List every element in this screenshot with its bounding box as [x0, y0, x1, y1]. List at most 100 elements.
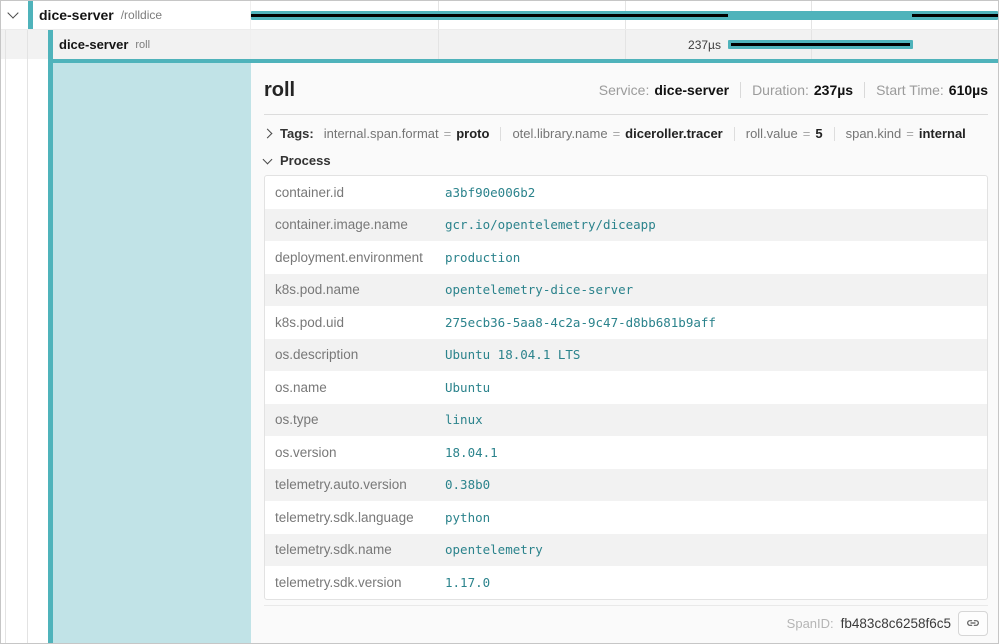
- stat-value: dice-server: [654, 82, 729, 98]
- row-value: python: [445, 510, 490, 525]
- stat-service: Service: dice-server: [599, 82, 729, 98]
- child-span-bar[interactable]: 237µs: [728, 40, 913, 49]
- tag-value: diceroller.tracer: [625, 126, 723, 141]
- deep-link-button[interactable]: [958, 611, 988, 636]
- row-key: k8s.pod.name: [275, 282, 445, 297]
- span-color-bar: [48, 30, 53, 59]
- table-row: telemetry.sdk.version1.17.0: [265, 566, 987, 599]
- row-value: Ubuntu 18.04.1 LTS: [445, 347, 580, 362]
- detail-header: roll Service: dice-server Duration: 237µ…: [264, 76, 988, 104]
- chevron-right-icon: [263, 129, 273, 139]
- row-value: gcr.io/opentelemetry/diceapp: [445, 217, 656, 232]
- row-key: k8s.pod.uid: [275, 315, 445, 330]
- timeline-root: [251, 1, 998, 29]
- table-row: telemetry.sdk.nameopentelemetry: [265, 534, 987, 567]
- span-name-cell-root[interactable]: dice-server /rolldice: [1, 1, 251, 29]
- row-key: os.description: [275, 347, 445, 362]
- row-value: production: [445, 250, 520, 265]
- tag-key: span.kind: [846, 126, 902, 141]
- table-row: k8s.pod.uid275ecb36-5aa8-4c2a-9c47-d8bb6…: [265, 306, 987, 339]
- indent-guide: [5, 30, 6, 59]
- tags-heading: Tags:: [280, 126, 314, 141]
- timeline-gridline: [625, 30, 626, 59]
- row-value: 0.38b0: [445, 477, 490, 492]
- stat-label: Start Time:: [876, 82, 944, 98]
- stat-duration: Duration: 237µs: [752, 82, 853, 98]
- row-key: container.image.name: [275, 217, 445, 232]
- detail-gutter: [1, 59, 251, 643]
- tag-equals: =: [803, 126, 811, 141]
- span-detail-panel: roll Service: dice-server Duration: 237µ…: [251, 63, 998, 643]
- operation-name: /rolldice: [121, 8, 162, 22]
- link-icon: [965, 615, 981, 631]
- tag-value: internal: [919, 126, 966, 141]
- timeline-gridline: [438, 30, 439, 59]
- indent-guide: [27, 59, 28, 643]
- span-color-bar: [28, 1, 33, 29]
- span-label-child: dice-server roll: [59, 30, 150, 59]
- tags-toggle-row[interactable]: Tags: internal.span.format = proto otel.…: [264, 115, 988, 150]
- stat-start-time: Start Time: 610µs: [876, 82, 988, 98]
- row-value: 1.17.0: [445, 575, 490, 590]
- stat-label: Duration:: [752, 82, 809, 98]
- chevron-down-icon: [263, 154, 273, 164]
- process-heading: Process: [280, 153, 331, 168]
- row-value: 18.04.1: [445, 445, 498, 460]
- tag-value: proto: [456, 126, 489, 141]
- root-span-bar[interactable]: [251, 11, 998, 20]
- span-name-cell-child[interactable]: dice-server roll: [1, 30, 251, 59]
- tag-divider: [834, 127, 835, 141]
- stat-divider: [864, 82, 865, 98]
- table-row: telemetry.auto.version0.38b0: [265, 469, 987, 502]
- tag-value: 5: [815, 126, 822, 141]
- tag-item: internal.span.format = proto: [324, 126, 490, 141]
- operation-name: roll: [135, 39, 150, 51]
- stat-value: 610µs: [949, 82, 988, 98]
- table-row: os.typelinux: [265, 404, 987, 437]
- row-value: a3bf90e006b2: [445, 185, 535, 200]
- span-label-root: dice-server /rolldice: [39, 1, 162, 29]
- row-key: os.version: [275, 445, 445, 460]
- spanid-label: SpanID:: [787, 616, 834, 631]
- tag-key: roll.value: [746, 126, 798, 141]
- timeline-child: 237µs: [251, 30, 998, 59]
- table-row: os.version18.04.1: [265, 436, 987, 469]
- stat-divider: [740, 82, 741, 98]
- table-row: k8s.pod.nameopentelemetry-dice-server: [265, 274, 987, 307]
- row-key: telemetry.sdk.name: [275, 542, 445, 557]
- row-key: telemetry.sdk.version: [275, 575, 445, 590]
- table-row: container.image.namegcr.io/opentelemetry…: [265, 209, 987, 242]
- stat-value: 237µs: [814, 82, 853, 98]
- tag-item: span.kind = internal: [846, 126, 966, 141]
- row-key: deployment.environment: [275, 250, 445, 265]
- row-value: linux: [445, 412, 483, 427]
- stat-label: Service:: [599, 82, 650, 98]
- tag-divider: [500, 127, 501, 141]
- row-value: Ubuntu: [445, 380, 490, 395]
- row-key: container.id: [275, 185, 445, 200]
- process-toggle-row[interactable]: Process: [264, 153, 988, 168]
- spanid-value: fb483c8c6258f6c5: [841, 616, 951, 631]
- table-row: os.descriptionUbuntu 18.04.1 LTS: [265, 339, 987, 372]
- detail-footer: SpanID: fb483c8c6258f6c5: [264, 605, 988, 636]
- tag-key: internal.span.format: [324, 126, 439, 141]
- row-key: telemetry.sdk.language: [275, 510, 445, 525]
- span-stats: Service: dice-server Duration: 237µs Sta…: [599, 82, 988, 98]
- selected-span-tint: [53, 63, 251, 643]
- span-detail-region: roll Service: dice-server Duration: 237µ…: [1, 59, 998, 643]
- tag-item: roll.value = 5: [746, 126, 823, 141]
- tag-equals: =: [613, 126, 621, 141]
- row-key: os.name: [275, 380, 445, 395]
- collapse-chevron-icon[interactable]: [7, 7, 18, 18]
- tag-equals: =: [906, 126, 914, 141]
- table-row: telemetry.sdk.languagepython: [265, 501, 987, 534]
- service-name: dice-server: [59, 37, 128, 52]
- span-duration-label: 237µs: [688, 38, 721, 52]
- table-row: deployment.environmentproduction: [265, 241, 987, 274]
- trace-timeline-view: dice-server /rolldice dice-server roll: [0, 0, 999, 644]
- table-row: os.nameUbuntu: [265, 371, 987, 404]
- process-table: container.ida3bf90e006b2 container.image…: [264, 175, 988, 600]
- indent-guide: [27, 30, 28, 59]
- span-row-child[interactable]: dice-server roll 237µs: [1, 30, 998, 59]
- span-row-root[interactable]: dice-server /rolldice: [1, 1, 998, 30]
